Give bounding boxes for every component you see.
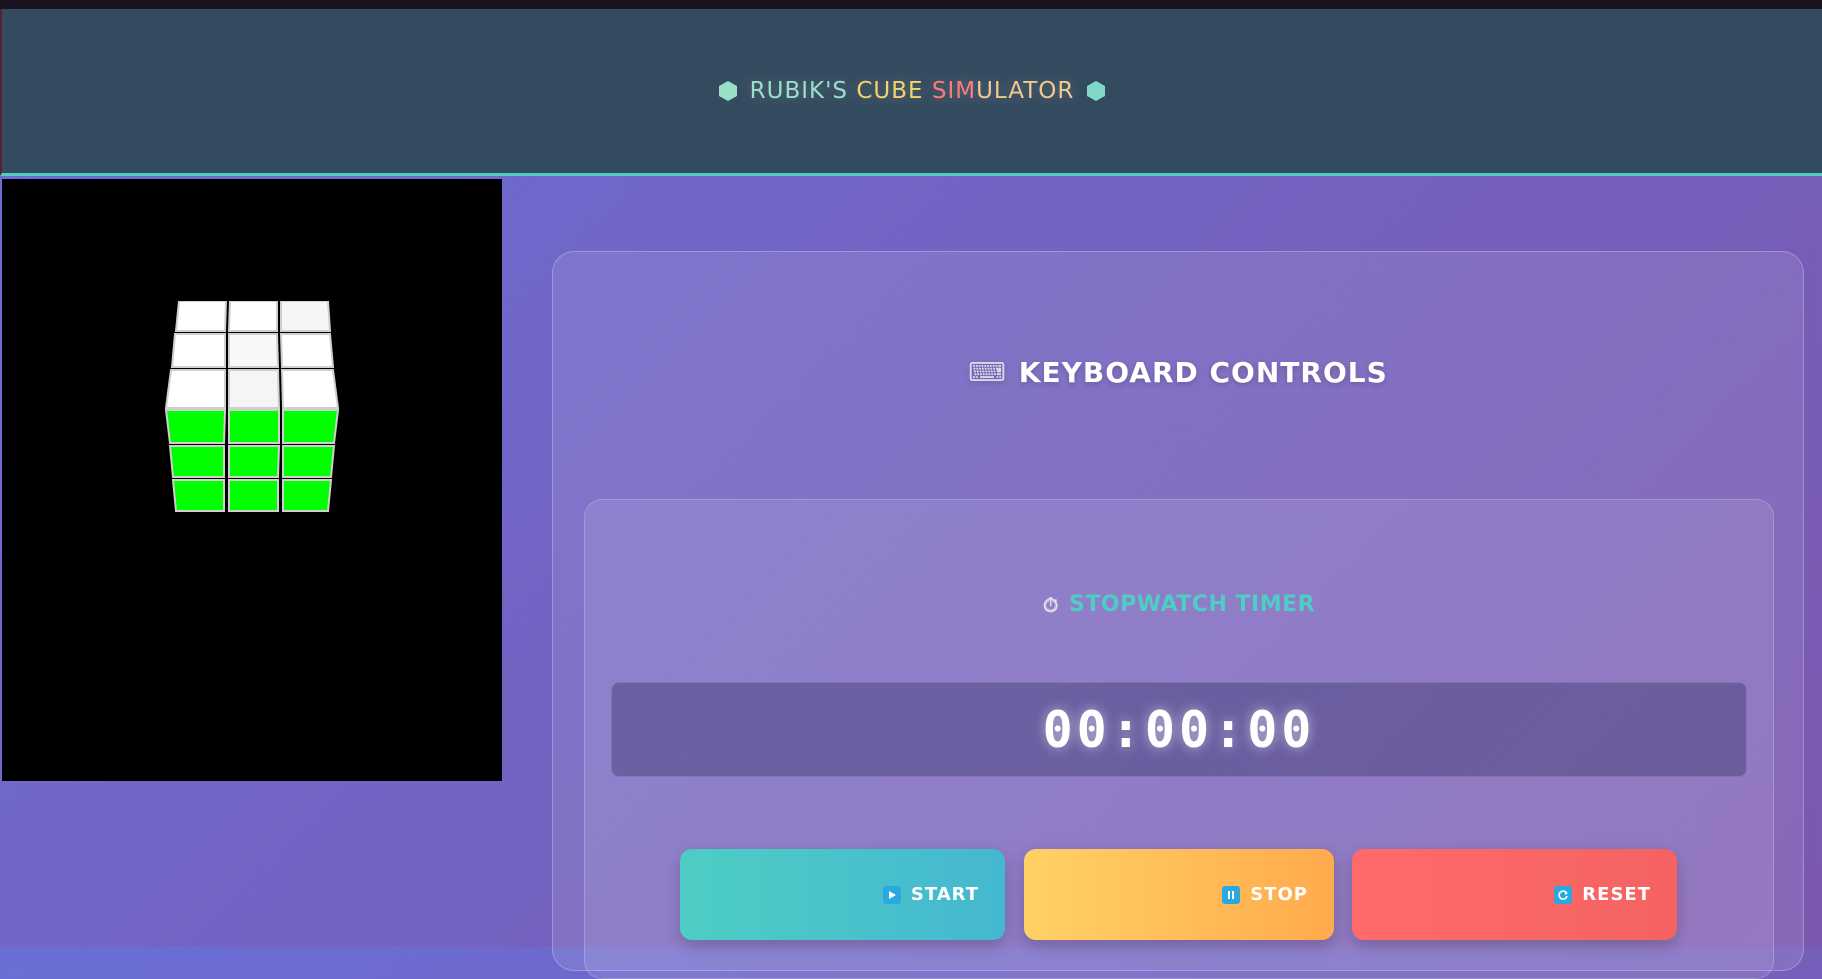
reset-button-label: RESET [1582,884,1651,905]
title-word-cube: CUBE [856,78,924,104]
timer-display: 00:00:00 [611,682,1747,777]
stopwatch-icon: ⏱ [1042,592,1060,617]
stop-button-label: STOP [1250,884,1308,905]
refresh-icon [1554,885,1573,904]
pause-icon [1222,885,1241,904]
cube-3d-viewport[interactable] [2,179,502,781]
title-word-ulator: ULATOR [976,78,1075,104]
start-button-label: START [910,884,979,905]
reset-button[interactable]: RESET [1352,849,1677,940]
stopwatch-title: STOPWATCH TIMER [1069,592,1316,617]
title-word-sim: SIM [931,78,977,104]
rubiks-cube[interactable] [162,301,352,521]
controls-panel: ⌨ KEYBOARD CONTROLS ⏱ STOPWATCH TIMER 00… [552,251,1804,979]
start-button[interactable]: START [680,849,1005,940]
play-icon [882,885,901,904]
hexagon-icon [1087,81,1106,101]
app-title: RUBIK'S CUBE SIMULATOR [718,78,1107,104]
window-top-strip [0,0,1822,9]
stop-button[interactable]: STOP [1024,849,1334,940]
timer-value: 00:00:00 [1042,700,1316,759]
keyboard-controls-title: KEYBOARD CONTROLS [1018,356,1388,389]
keyboard-controls-heading: ⌨ KEYBOARD CONTROLS [553,356,1803,389]
hexagon-icon [718,81,737,101]
title-word-rubiks: RUBIK'S [749,78,849,104]
app-header: RUBIK'S CUBE SIMULATOR [0,9,1822,176]
keyboard-icon: ⌨ [968,357,1007,388]
stopwatch-panel: ⏱ STOPWATCH TIMER 00:00:00 START STOP RE… [584,499,1774,979]
stopwatch-heading: ⏱ STOPWATCH TIMER [585,592,1773,617]
